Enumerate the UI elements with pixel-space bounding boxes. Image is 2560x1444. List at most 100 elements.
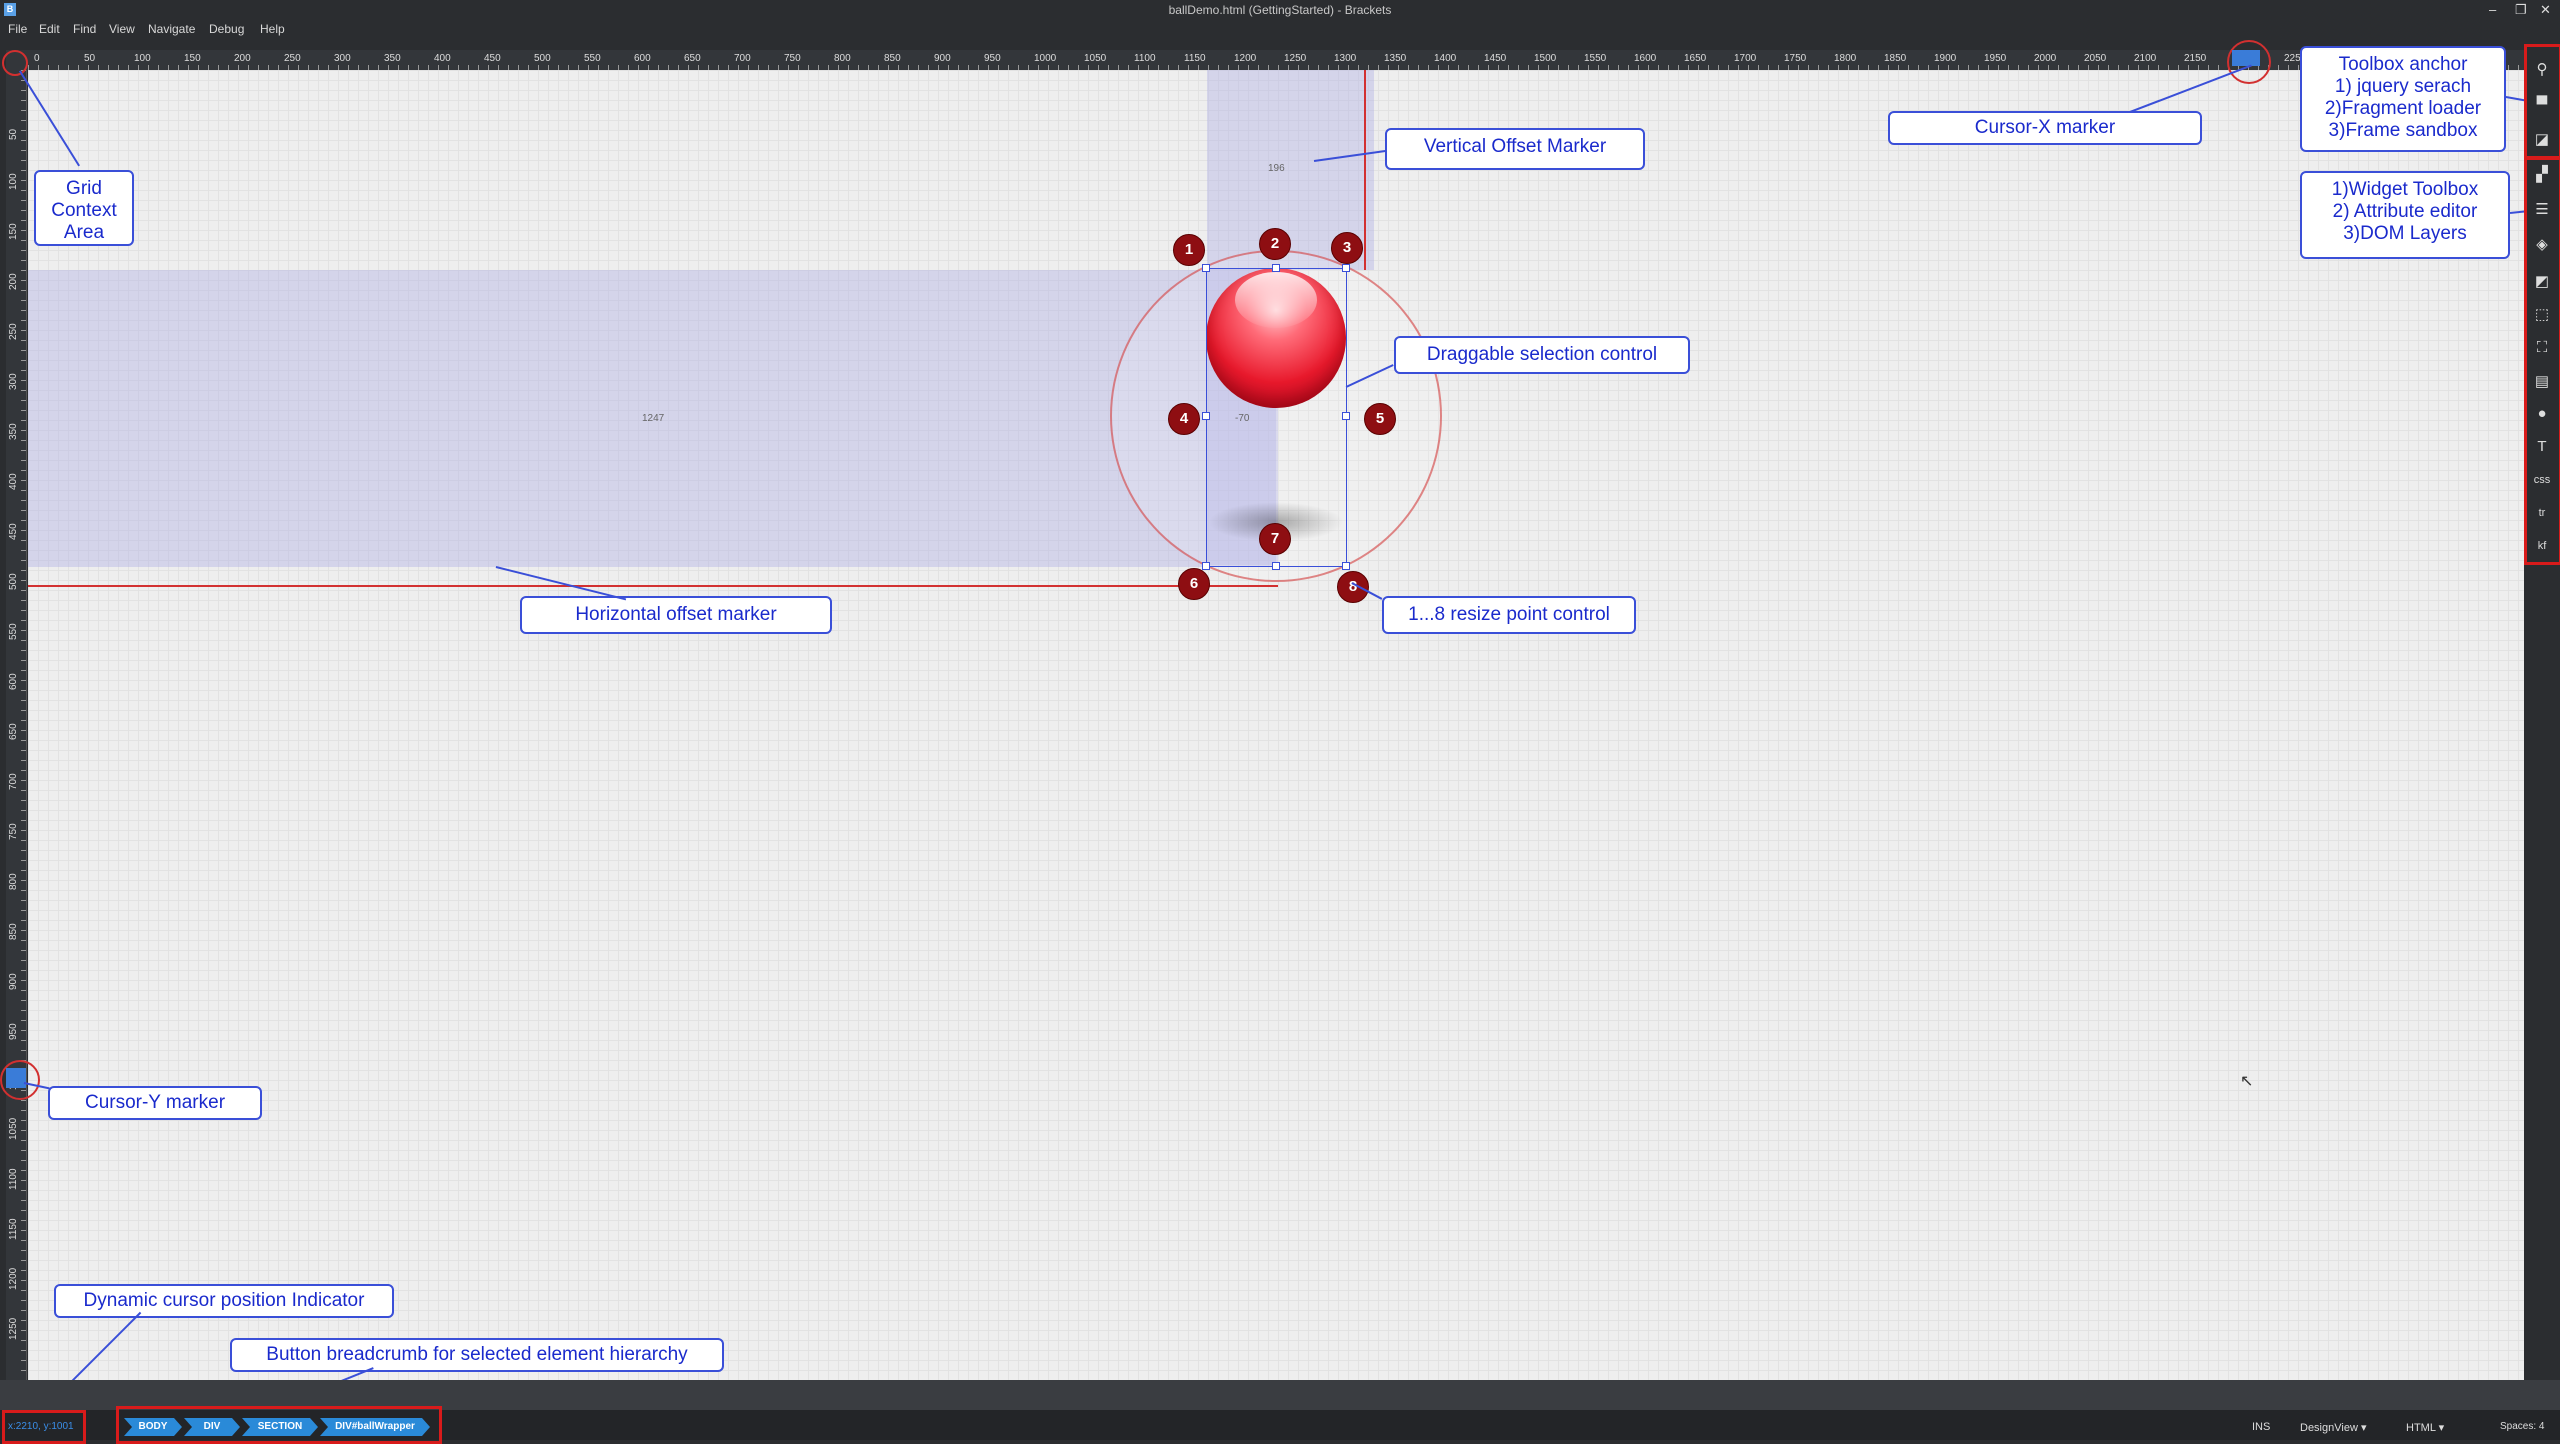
hruler-tick-label: 1550 [1584,53,1607,64]
hruler-tick-label: 1300 [1334,53,1357,64]
vruler-tick-label: 50 [8,128,19,140]
resize-handle-top-left[interactable] [1202,264,1210,272]
hruler-tick-label: 250 [284,53,301,64]
hruler-tick-label: 0 [34,53,40,64]
hruler-tick-label: 2000 [2034,53,2057,64]
hruler-tick-label: 750 [784,53,801,64]
resize-marker-5: 5 [1364,403,1396,435]
menu-file[interactable]: File [8,22,27,36]
vruler-tick-label: 1050 [8,1117,19,1140]
hruler-tick-label: 1650 [1684,53,1707,64]
vruler-tick-label: 600 [8,673,19,690]
vruler-tick-label: 950 [8,1023,19,1040]
menu-help[interactable]: Help [260,22,285,36]
close-button[interactable]: ✕ [2540,2,2551,18]
hruler-tick-label: 225 [2284,53,2301,64]
hruler-tick-label: 600 [634,53,651,64]
resize-marker-8: 8 [1337,571,1369,603]
menu-edit[interactable]: Edit [39,22,60,36]
hruler-tick-label: 1250 [1284,53,1307,64]
resize-handle-left[interactable] [1202,412,1210,420]
hruler-tick-label: 900 [934,53,951,64]
vruler-tick-label: 550 [8,623,19,640]
callout-cursor-x: Cursor-X marker [1888,111,2202,145]
menu-navigate[interactable]: Navigate [148,22,195,36]
vruler-tick-label: 650 [8,723,19,740]
vruler-tick-label: 1150 [8,1218,19,1240]
widget-toolbox-highlight [2524,156,2560,565]
hruler-tick-label: 1600 [1634,53,1657,64]
mouse-cursor-icon: ↖ [2240,1073,2254,1090]
callout-grid-context: Grid Context Area [34,170,134,246]
callout-draggable-selection: Draggable selection control [1394,336,1690,374]
vruler-tick-label: 450 [8,523,19,540]
resize-marker-7: 7 [1259,523,1291,555]
callout-toolbox-anchor: Toolbox anchor 1) jquery serach 2)Fragme… [2300,46,2506,152]
resize-marker-4: 4 [1168,403,1200,435]
hruler-tick-label: 350 [384,53,401,64]
menu-find[interactable]: Find [73,22,96,36]
language-dropdown[interactable]: HTML ▾ [2406,1421,2444,1434]
hruler-tick-label: 950 [984,53,1001,64]
hruler-tick-label: 2100 [2134,53,2157,64]
resize-handle-bottom-right[interactable] [1342,562,1350,570]
hruler-tick-label: 1400 [1434,53,1457,64]
hruler-tick-label: 50 [84,53,96,64]
vruler-tick-label: 1250 [8,1317,19,1340]
hruler-tick-label: 500 [534,53,551,64]
hruler-tick-label: 2050 [2084,53,2107,64]
hruler-tick-label: 150 [184,53,201,64]
callout-cursor-indicator: Dynamic cursor position Indicator [54,1284,394,1318]
hruler-tick-label: 1500 [1534,53,1557,64]
vruler-tick-label: 750 [8,823,19,840]
design-canvas[interactable]: 196 1247 -70 1 2 3 4 5 6 7 8 ↖ [28,70,2524,1380]
hruler-tick-label: 1950 [1984,53,2007,64]
breadcrumb-section[interactable]: SECTION [242,1418,318,1436]
hruler-tick-label: 1700 [1734,53,1757,64]
callout-resize-point: 1...8 resize point control [1382,596,1636,634]
resize-marker-2: 2 [1259,228,1291,260]
vertical-offset-value: 196 [1268,163,1285,174]
callout-horizontal-offset: Horizontal offset marker [520,596,832,634]
vruler-tick-label: 500 [8,573,19,590]
view-mode-dropdown[interactable]: DesignView ▾ [2300,1421,2366,1434]
vruler-tick-label: 800 [8,873,19,890]
hruler-tick-label: 1450 [1484,53,1507,64]
vruler-tick-label: 700 [8,773,19,790]
toolbox-anchor-highlight [2524,44,2560,160]
callout-breadcrumb: Button breadcrumb for selected element h… [230,1338,724,1372]
hruler-tick-label: 450 [484,53,501,64]
horizontal-ruler[interactable]: 0 50 100 150 200 250 300 350 400 450 500 550 600 650 7… [28,50,2524,71]
resize-handle-top[interactable] [1272,264,1280,272]
minimize-button[interactable]: – [2489,2,2496,17]
insert-mode-indicator[interactable]: INS [2252,1421,2270,1433]
hruler-tick-label: 1100 [1134,53,1156,64]
window-title: ballDemo.html (GettingStarted) - Bracket… [1168,3,1392,17]
vruler-tick-label: 350 [8,423,19,440]
breadcrumb-ball-wrapper[interactable]: DIV#ballWrapper [320,1418,430,1436]
resize-marker-1: 1 [1173,234,1205,266]
breadcrumb-body[interactable]: BODY [124,1418,182,1436]
resize-handle-bottom-left[interactable] [1202,562,1210,570]
hruler-tick-label: 300 [334,53,351,64]
indent-spaces-indicator[interactable]: Spaces: 4 [2500,1421,2544,1432]
vertical-ruler[interactable]: 50 100 150 200 250 300 350 400 450 500 550 600 650 70… [6,70,27,1380]
cursor-x-marker [2232,50,2260,66]
hruler-tick-label: 200 [234,53,251,64]
resize-handle-right[interactable] [1342,412,1350,420]
hruler-tick-label: 1200 [1234,53,1257,64]
vruler-tick-label: 150 [8,223,19,240]
title-bar: B ballDemo.html (GettingStarted) - Brack… [0,0,2560,20]
grid-context-highlight [2,50,28,76]
resize-handle-bottom[interactable] [1272,562,1280,570]
cursor-position-indicator: x:2210, y:1001 [8,1421,74,1432]
restore-button[interactable]: ❐ [2515,2,2527,18]
breadcrumb-div[interactable]: DIV [184,1418,240,1436]
hruler-tick-label: 800 [834,53,851,64]
menu-debug[interactable]: Debug [209,22,244,36]
horizontal-offset-line [28,585,1278,587]
hruler-tick-label: 2150 [2184,53,2207,64]
resize-handle-top-right[interactable] [1342,264,1350,272]
menu-view[interactable]: View [109,22,135,36]
vruler-tick-label: 200 [8,273,19,290]
